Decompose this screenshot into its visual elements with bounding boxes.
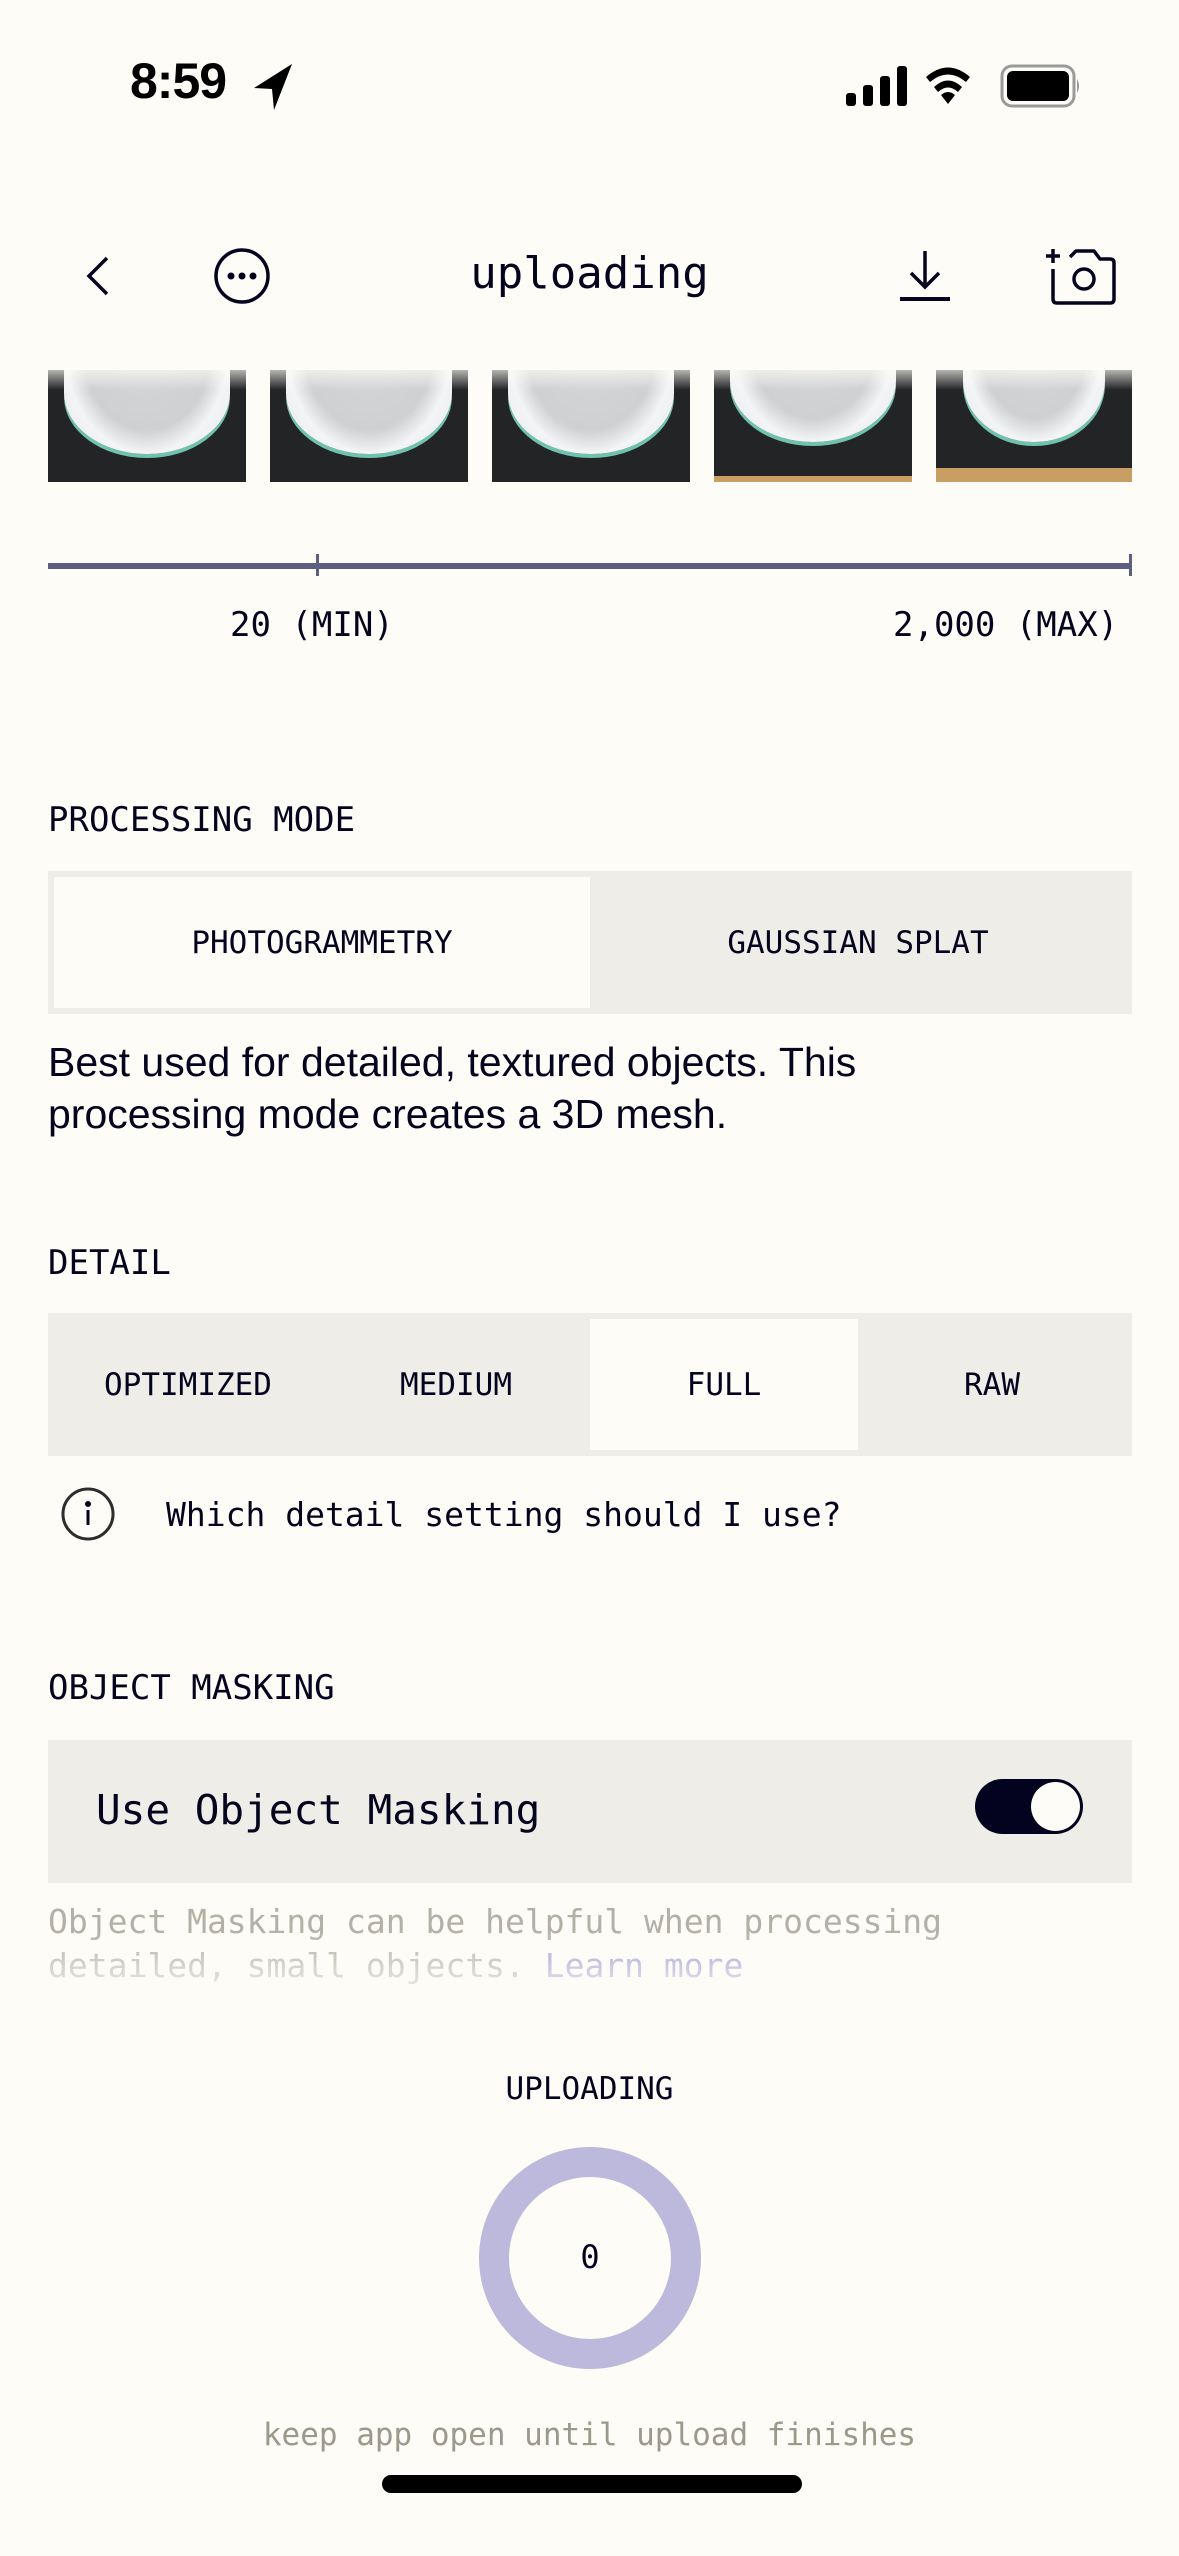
processing-mode-description: Best used for detailed, textured objects… bbox=[48, 1039, 857, 1137]
status-time: 8:59 bbox=[130, 53, 227, 109]
camera-plus-icon bbox=[1046, 249, 1116, 305]
add-photo-button[interactable] bbox=[1036, 234, 1126, 318]
detail-segmented-control: OPTIMIZED MEDIUM FULL RAW bbox=[48, 1313, 1132, 1456]
processing-mode-segmented-control: PHOTOGRAMMETRY GAUSSIAN SPLAT bbox=[48, 871, 1132, 1014]
top-nav-bar: uploading bbox=[0, 210, 1179, 370]
upload-status-title: UPLOADING bbox=[505, 2071, 674, 2107]
toggle-knob bbox=[1031, 1782, 1080, 1831]
slider-min-label: 20 (MIN) bbox=[230, 605, 394, 645]
object-masking-label: OBJECT MASKING bbox=[48, 1668, 335, 1708]
processing-mode-label: PROCESSING MODE bbox=[48, 800, 356, 840]
upload-progress-value: 0 bbox=[580, 2238, 600, 2276]
location-arrow-icon bbox=[254, 64, 292, 110]
segment-raw[interactable]: RAW bbox=[858, 1319, 1126, 1450]
slider-max-tick[interactable] bbox=[1129, 554, 1132, 576]
segment-gaussian-splat[interactable]: GAUSSIAN SPLAT bbox=[590, 877, 1126, 1008]
segment-optimized[interactable]: OPTIMIZED bbox=[54, 1319, 322, 1450]
slider-max-label: 2,000 (MAX) bbox=[893, 605, 1119, 645]
object-masking-toggle[interactable] bbox=[975, 1779, 1083, 1834]
upload-note: keep app open until upload finishes bbox=[262, 2417, 917, 2453]
detail-help-link[interactable]: Which detail setting should I use? bbox=[60, 1480, 842, 1548]
page-title: uploading bbox=[470, 248, 709, 299]
battery-icon bbox=[1000, 64, 1079, 108]
cellular-signal-icon bbox=[846, 66, 907, 106]
photo-count-slider-track[interactable] bbox=[48, 563, 1132, 569]
slider-min-tick bbox=[316, 554, 319, 576]
detail-help-text: Which detail setting should I use? bbox=[166, 1494, 842, 1534]
object-masking-row: Use Object Masking bbox=[48, 1740, 1132, 1883]
segment-photogrammetry[interactable]: PHOTOGRAMMETRY bbox=[54, 877, 590, 1008]
segment-medium[interactable]: MEDIUM bbox=[322, 1319, 590, 1450]
info-icon bbox=[61, 1487, 115, 1541]
home-indicator[interactable] bbox=[382, 2475, 802, 2493]
detail-label: DETAIL bbox=[48, 1243, 171, 1283]
download-button[interactable] bbox=[880, 236, 970, 316]
bottom-sheet-fade bbox=[0, 1930, 1179, 2010]
object-masking-toggle-label: Use Object Masking bbox=[96, 1786, 541, 1834]
wifi-icon bbox=[926, 67, 970, 104]
download-icon bbox=[900, 251, 950, 301]
segment-full[interactable]: FULL bbox=[590, 1319, 858, 1450]
